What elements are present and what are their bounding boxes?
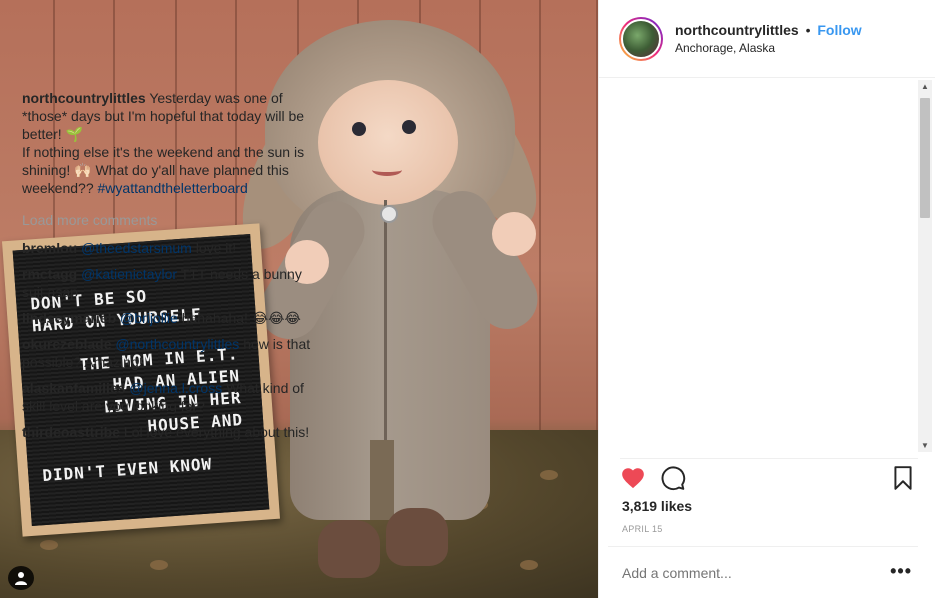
comment-username[interactable]: alaskanfamilies bbox=[22, 380, 126, 396]
comment-username[interactable]: rmctagg bbox=[22, 266, 77, 282]
scroll-thumb[interactable] bbox=[920, 98, 930, 218]
mention-link[interactable]: @theedstarsmum bbox=[81, 240, 192, 256]
scroll-up-arrow-icon[interactable]: ▲ bbox=[921, 82, 929, 91]
add-comment-bar: ••• bbox=[608, 546, 918, 598]
scroll-down-arrow-icon[interactable]: ▼ bbox=[921, 441, 929, 450]
hashtag-link[interactable]: #wyattandtheletterboard bbox=[98, 180, 248, 196]
add-comment-input[interactable] bbox=[622, 565, 803, 581]
mention-link[interactable]: @brijollie bbox=[120, 310, 178, 326]
leaf bbox=[150, 560, 168, 570]
right-hand bbox=[492, 212, 536, 256]
bookmark-icon[interactable] bbox=[890, 465, 916, 491]
comment: okurczeblade @northcountrylittles how is… bbox=[22, 335, 318, 371]
action-bar bbox=[620, 458, 918, 494]
caption-username[interactable]: northcountrylittles bbox=[22, 90, 146, 106]
boot bbox=[318, 520, 380, 578]
letterboard-line: DIDN'T EVEN KNOW bbox=[41, 454, 213, 486]
comment: bremlou @theedstarsmum love it! bbox=[22, 239, 318, 257]
like-count[interactable]: 3,819 likes bbox=[622, 498, 692, 514]
comment-text: hahahaha! 😂😂😂 bbox=[177, 310, 301, 326]
follow-button[interactable]: Follow bbox=[817, 22, 861, 38]
comment-username[interactable]: bremlou bbox=[22, 240, 77, 256]
avatar[interactable] bbox=[619, 16, 663, 61]
comment-username[interactable]: lindseymarieb bbox=[22, 310, 116, 326]
comment: lindseymarieb @brijollie hahahaha! 😂😂😂 bbox=[22, 309, 318, 327]
mention-link[interactable]: @northcountrylittles bbox=[115, 336, 239, 352]
mention-link[interactable]: @jenna.l.cross bbox=[129, 380, 222, 396]
post-header: northcountrylittles • Follow Anchorage, … bbox=[599, 0, 935, 78]
comment-text: Lol love everything about this! bbox=[123, 424, 310, 440]
comment: alaskanfamilies @jenna.l.cross What kind… bbox=[22, 379, 318, 415]
leg-gap bbox=[370, 440, 394, 520]
zipper bbox=[384, 200, 387, 450]
more-options-button[interactable]: ••• bbox=[890, 561, 912, 582]
user-tag-button[interactable] bbox=[8, 566, 34, 590]
eye bbox=[402, 120, 416, 134]
separator: • bbox=[805, 21, 811, 38]
mouth bbox=[372, 164, 402, 176]
header-username[interactable]: northcountrylittles bbox=[675, 22, 799, 38]
eye bbox=[352, 122, 366, 136]
mention-link[interactable]: @katienictaylor bbox=[81, 266, 177, 282]
heart-icon[interactable] bbox=[620, 465, 646, 491]
comment-text: love it! bbox=[191, 240, 237, 256]
leaf bbox=[540, 470, 558, 480]
comments-scrollbar[interactable]: ▲ ▼ bbox=[918, 80, 932, 452]
leaf bbox=[520, 560, 538, 570]
location-link[interactable]: Anchorage, Alaska bbox=[675, 39, 862, 57]
caption: northcountrylittles Yesterday was one of… bbox=[22, 89, 318, 197]
zipper-pull bbox=[380, 205, 398, 223]
boot bbox=[386, 508, 448, 566]
comment-username[interactable]: okurczeblade bbox=[22, 336, 111, 352]
post-date[interactable]: APRIL 15 bbox=[622, 524, 663, 534]
comment: thirdcoasttribe Lol love everything abou… bbox=[22, 423, 318, 441]
fence-slat bbox=[541, 0, 598, 470]
comment-username[interactable]: thirdcoasttribe bbox=[22, 424, 120, 440]
user-icon bbox=[15, 572, 27, 585]
comment: rmctagg @katienictaylor TTT needs a bunn… bbox=[22, 265, 318, 301]
comments-list: northcountrylittles Yesterday was one of… bbox=[22, 89, 318, 449]
baby-face bbox=[318, 80, 458, 205]
load-more-comments-button[interactable]: Load more comments bbox=[22, 211, 318, 229]
leaf bbox=[40, 540, 58, 550]
comment-icon[interactable] bbox=[660, 465, 686, 491]
